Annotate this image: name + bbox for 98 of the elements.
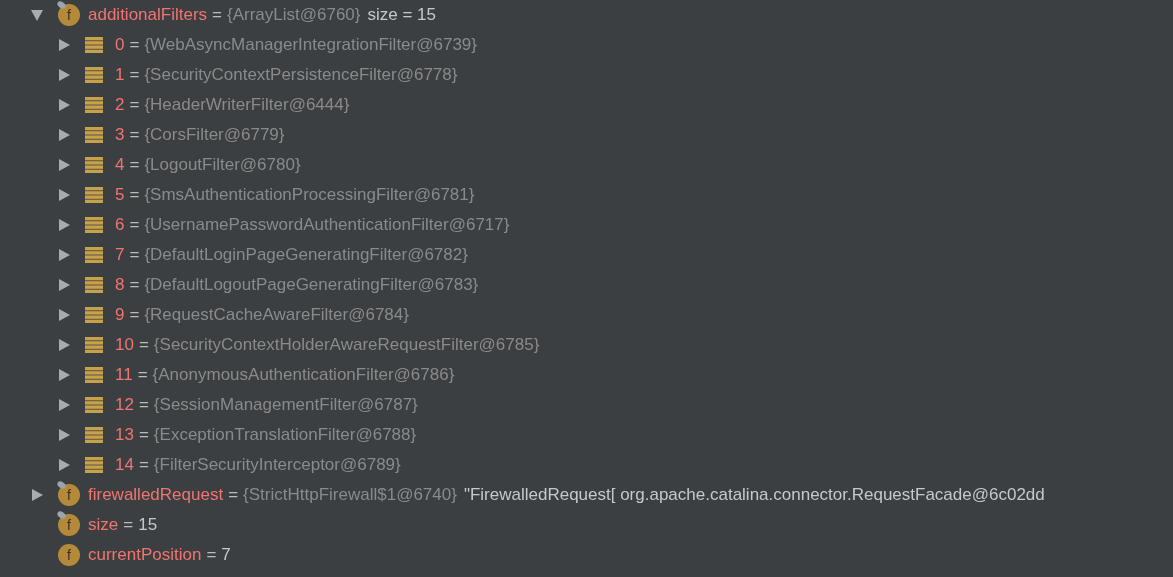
equals-sign: = — [129, 155, 140, 175]
equals-sign: = — [129, 245, 140, 265]
variable-name: additionalFilters — [88, 5, 208, 25]
expand-arrow-icon[interactable] — [57, 128, 71, 142]
object-reference: {AnonymousAuthenticationFilter@6786} — [152, 365, 455, 385]
variable-value: "FirewalledRequest[ org.apache.catalina.connector.RequestFacade@6c02dd — [463, 485, 1045, 505]
variable-name: 7 — [115, 245, 125, 265]
equals-sign: = — [138, 395, 149, 415]
object-reference: {StrictHttpFirewall$1@6740} — [243, 485, 457, 505]
variable-name: 1 — [115, 65, 125, 85]
variable-name: 14 — [115, 455, 134, 475]
expand-arrow-icon[interactable] — [57, 368, 71, 382]
equals-sign: = — [129, 125, 140, 145]
variable-value: 15 — [138, 515, 158, 535]
array-element-icon — [85, 67, 103, 83]
expand-arrow-icon[interactable] — [57, 458, 71, 472]
equals-sign: = — [129, 95, 140, 115]
expand-arrow-icon[interactable] — [57, 428, 71, 442]
equals-sign: = — [129, 275, 140, 295]
equals-sign: = — [129, 65, 140, 85]
pin-badge-icon — [56, 0, 67, 11]
expand-arrow-icon[interactable] — [30, 8, 44, 22]
equals-sign: = — [206, 545, 217, 565]
equals-sign: = — [123, 515, 134, 535]
variable-value: size = 15 — [367, 5, 437, 25]
object-reference: {ArrayList@6760} — [227, 5, 361, 25]
object-reference: {LogoutFilter@6780} — [144, 155, 301, 175]
expand-arrow-icon[interactable] — [57, 158, 71, 172]
equals-sign: = — [129, 215, 140, 235]
variable-name: currentPosition — [88, 545, 202, 565]
equals-sign: = — [138, 335, 149, 355]
pin-badge-icon — [56, 479, 67, 491]
object-reference: {FilterSecurityInterceptor@6789} — [153, 455, 401, 475]
variable-name: 12 — [115, 395, 134, 415]
array-element-icon — [85, 277, 103, 293]
object-reference: {SecurityContextHolderAwareRequestFilter@6785} — [153, 335, 540, 355]
expand-arrow-icon[interactable] — [57, 248, 71, 262]
field-icon: f — [58, 4, 80, 26]
equals-sign: = — [129, 35, 140, 55]
object-reference: {ExceptionTranslationFilter@6788} — [153, 425, 417, 445]
expand-arrow-icon[interactable] — [57, 308, 71, 322]
variable-name: firewalledRequest — [88, 485, 224, 505]
equals-sign: = — [138, 425, 149, 445]
variable-name: 5 — [115, 185, 125, 205]
expand-arrow-icon[interactable] — [57, 188, 71, 202]
array-element-icon — [85, 217, 103, 233]
variable-name: 0 — [115, 35, 125, 55]
array-element-icon — [85, 307, 103, 323]
object-reference: {SmsAuthenticationProcessingFilter@6781} — [144, 185, 475, 205]
object-reference: {DefaultLoginPageGeneratingFilter@6782} — [144, 245, 468, 265]
expand-arrow-icon[interactable] — [57, 218, 71, 232]
variable-name: 4 — [115, 155, 125, 175]
array-element-icon — [85, 37, 103, 53]
expand-arrow-icon[interactable] — [57, 398, 71, 412]
expand-arrow-icon[interactable] — [57, 98, 71, 112]
object-reference: {RequestCacheAwareFilter@6784} — [144, 305, 409, 325]
equals-sign: = — [228, 485, 239, 505]
expand-arrow-icon[interactable] — [57, 338, 71, 352]
expand-arrow-icon[interactable] — [57, 278, 71, 292]
field-icon: f — [58, 544, 80, 566]
array-element-icon — [85, 337, 103, 353]
array-element-icon — [85, 397, 103, 413]
equals-sign: = — [129, 185, 140, 205]
equals-sign: = — [212, 5, 222, 25]
array-element-icon — [85, 427, 103, 443]
array-element-icon — [85, 457, 103, 473]
object-reference: {HeaderWriterFilter@6444} — [144, 95, 350, 115]
object-reference: {CorsFilter@6779} — [144, 125, 285, 145]
equals-sign: = — [138, 455, 149, 475]
variable-value: 7 — [221, 545, 231, 565]
array-element-icon — [85, 127, 103, 143]
variable-name: 10 — [115, 335, 134, 355]
variable-name: 13 — [115, 425, 134, 445]
equals-sign: = — [137, 365, 148, 385]
array-element-icon — [85, 97, 103, 113]
variable-name: 11 — [115, 365, 133, 385]
array-element-icon — [85, 247, 103, 263]
expand-arrow-icon[interactable] — [57, 38, 71, 52]
array-element-icon — [85, 157, 103, 173]
pin-badge-icon — [56, 509, 67, 521]
variable-name: 8 — [115, 275, 125, 295]
variable-name: 2 — [115, 95, 125, 115]
array-element-icon — [85, 187, 103, 203]
expand-arrow-icon[interactable] — [30, 488, 44, 502]
object-reference: {DefaultLogoutPageGeneratingFilter@6783} — [144, 275, 479, 295]
field-icon: f — [58, 484, 80, 506]
variable-name: 9 — [115, 305, 125, 325]
array-element-icon — [85, 367, 103, 383]
object-reference: {WebAsyncManagerIntegrationFilter@6739} — [144, 35, 477, 55]
field-icon: f — [58, 514, 80, 536]
variable-name: 3 — [115, 125, 125, 145]
object-reference: {UsernamePasswordAuthenticationFilter@6717} — [144, 215, 510, 235]
variable-name: 6 — [115, 215, 125, 235]
variable-name: size — [88, 515, 119, 535]
expand-arrow-icon[interactable] — [57, 68, 71, 82]
object-reference: {SessionManagementFilter@6787} — [153, 395, 418, 415]
object-reference: {SecurityContextPersistenceFilter@6778} — [144, 65, 458, 85]
equals-sign: = — [129, 305, 140, 325]
